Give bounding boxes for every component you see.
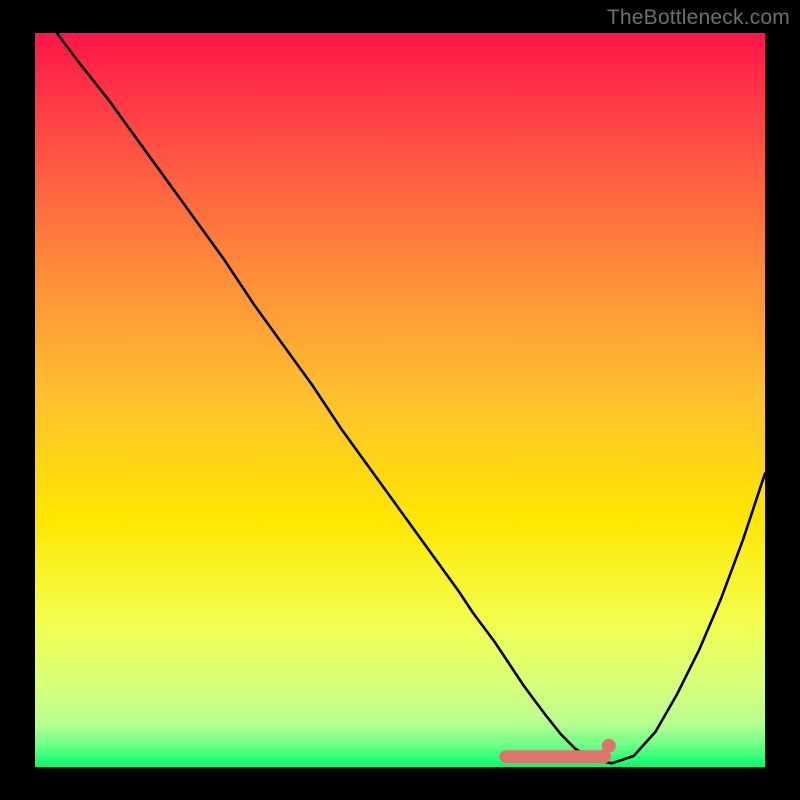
quantization-band bbox=[35, 754, 765, 756]
quantization-band bbox=[35, 648, 765, 650]
watermark-label: TheBottleneck.com bbox=[607, 6, 790, 30]
quantization-band bbox=[35, 675, 765, 677]
plot-area bbox=[35, 33, 765, 767]
quantization-band bbox=[35, 741, 765, 743]
optimal-end-dot bbox=[602, 739, 616, 753]
quantization-band bbox=[35, 714, 765, 716]
chart-frame: TheBottleneck.com bbox=[0, 0, 800, 800]
quantization-band bbox=[35, 688, 765, 690]
gradient-rect bbox=[35, 33, 765, 767]
plot-svg bbox=[35, 33, 765, 767]
quantization-band bbox=[35, 661, 765, 663]
quantization-band bbox=[35, 701, 765, 703]
quantization-band bbox=[35, 727, 765, 729]
quantization-band bbox=[35, 635, 765, 637]
